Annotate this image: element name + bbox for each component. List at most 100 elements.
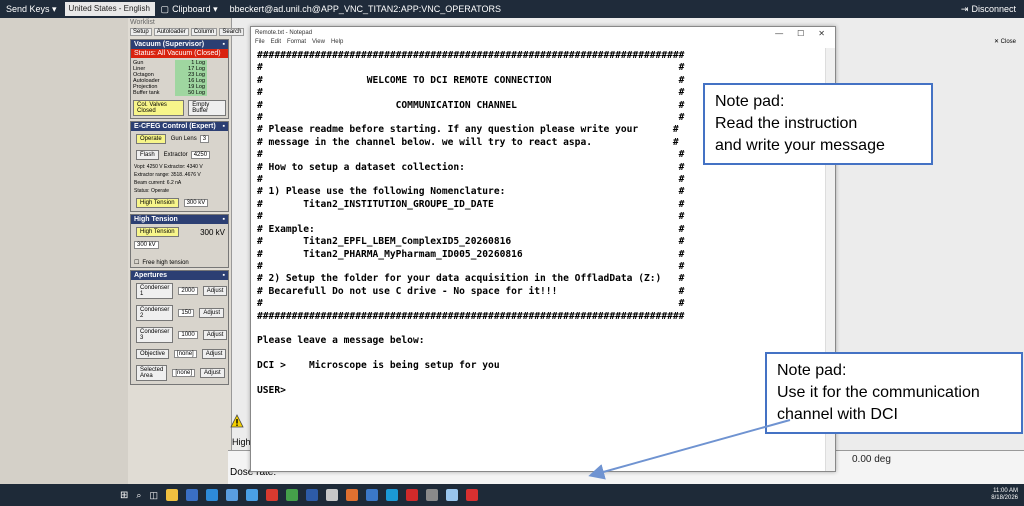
menu-edit[interactable]: Edit — [271, 39, 281, 48]
feg-ht-select[interactable]: 300 kV — [183, 199, 209, 207]
app-icon[interactable] — [365, 489, 378, 501]
app-icon[interactable] — [205, 489, 218, 501]
notepad-line — [257, 373, 829, 385]
send-keys-menu[interactable]: Send Keys ▾ — [0, 0, 63, 18]
remote-toolbar: Send Keys ▾ United States - English ▢ Cl… — [0, 0, 1024, 18]
maximize-icon[interactable]: ☐ — [797, 29, 804, 38]
app-icon[interactable] — [305, 489, 318, 501]
clock-date: 8/18/2026 — [991, 495, 1018, 501]
notepad-line: ########################################… — [257, 50, 685, 61]
ht-header: High Tension ▪ — [131, 215, 228, 224]
app-icon[interactable] — [465, 489, 478, 501]
free-ht-checkbox[interactable]: ☐ — [134, 259, 139, 266]
notepad-line: # # — [257, 298, 685, 310]
app-icon[interactable] — [265, 489, 278, 501]
callout-bottom-line: channel with DCI — [777, 406, 898, 423]
aperture-select[interactable]: 2000 — [178, 287, 198, 295]
tem-close-button[interactable]: ✕ Close — [994, 38, 1016, 45]
adjust-button[interactable]: Adjust — [200, 368, 225, 378]
notepad-line: # Titan2_INSTITUTION_GROUPE_ID_DATE # — [257, 198, 685, 210]
notepad-line: # # — [257, 211, 685, 223]
tab-setup[interactable]: Setup — [130, 28, 152, 36]
callout-top-line: Read the instruction — [715, 115, 858, 132]
menu-file[interactable]: File — [255, 39, 265, 48]
notepad-line: # # — [257, 174, 685, 186]
ht-select[interactable]: 300 kV — [134, 241, 159, 249]
callout-top-line: Note pad: — [715, 93, 785, 110]
aperture-row: Condenser 3 1000 Adjust — [131, 324, 228, 346]
ht-button[interactable]: High Tension — [136, 227, 179, 237]
feg-title: E-CFEG Control (Expert) — [134, 123, 216, 130]
aperture-select[interactable]: 150 — [178, 309, 195, 317]
file-explorer-icon[interactable] — [165, 489, 178, 501]
flash-button[interactable]: Flash — [136, 150, 159, 160]
aperture-name-button[interactable]: Condenser 2 — [136, 305, 174, 321]
app-icon[interactable] — [185, 489, 198, 501]
app-icon[interactable] — [325, 489, 338, 501]
start-icon[interactable]: ⊞ — [120, 490, 128, 501]
gun-lens-label: Gun Lens — [170, 136, 197, 142]
tab-autoloader[interactable]: Autoloader — [153, 28, 189, 36]
minimize-icon[interactable]: — — [775, 29, 783, 38]
ht-value: 300 kV — [200, 227, 225, 237]
adjust-button[interactable]: Adjust — [201, 349, 227, 359]
collapse-icon[interactable]: ▪ — [223, 41, 225, 48]
adjust-button[interactable]: Adjust — [202, 286, 228, 296]
callout-top-line: and write your message — [715, 137, 885, 154]
clock-time: 11:00 AM — [993, 488, 1018, 494]
adjust-button[interactable]: Adjust — [202, 330, 228, 340]
menu-format[interactable]: Format — [287, 39, 306, 48]
app-icon[interactable] — [385, 489, 398, 501]
keyboard-layout-select[interactable]: United States - English — [64, 2, 155, 16]
aperture-select[interactable]: [none] — [174, 350, 197, 358]
search-icon[interactable]: ⌕ — [136, 490, 141, 501]
notepad-line: # # — [257, 62, 685, 74]
disconnect-label: Disconnect — [971, 4, 1016, 14]
vopt-readout: Vopt: 4250 V Extractor: 4340 V — [134, 164, 203, 170]
col-valves-button[interactable]: Col. Valves Closed — [133, 100, 185, 116]
feg-ht-button[interactable]: High Tension — [136, 198, 179, 208]
collapse-icon[interactable]: ▪ — [223, 216, 225, 223]
collapse-icon[interactable]: ▪ — [223, 123, 225, 130]
feg-status: Status: Operate — [134, 188, 170, 194]
beam-current: Beam current: 6.2 nA — [134, 180, 182, 186]
notepad-taskbar-icon[interactable] — [445, 489, 458, 501]
app-icon[interactable] — [225, 489, 238, 501]
notepad-menubar: File Edit Format View Help — [251, 39, 835, 48]
disconnect-button[interactable]: ⇥ Disconnect — [955, 0, 1024, 18]
extractor-input[interactable]: 4250 — [190, 151, 211, 159]
gun-lens-input[interactable]: 3 — [199, 135, 210, 143]
app-icon[interactable] — [405, 489, 418, 501]
notepad-line: # # — [257, 260, 685, 272]
angle-readout: 0.00 deg — [852, 454, 891, 465]
app-icon[interactable] — [345, 489, 358, 501]
aperture-select[interactable]: [none] — [172, 369, 196, 377]
menu-view[interactable]: View — [312, 39, 325, 48]
aperture-name-button[interactable]: Selected Area — [136, 365, 168, 381]
vacuum-readings: Gun Liner Octagon Autoloader Projection … — [131, 58, 228, 98]
vac-name: Buffer tank — [133, 90, 160, 96]
aperture-select[interactable]: 1000 — [178, 331, 198, 339]
clipboard-menu[interactable]: ▢ Clipboard ▾ — [155, 0, 224, 18]
app-icon[interactable] — [245, 489, 258, 501]
aperture-name-button[interactable]: Condenser 3 — [136, 327, 174, 343]
collapse-icon[interactable]: ▪ — [223, 272, 225, 279]
system-tray[interactable]: 11:00 AM 8/18/2026 — [991, 488, 1024, 502]
task-view-icon[interactable]: ◫ — [149, 490, 158, 501]
aperture-name-button[interactable]: Objective — [136, 349, 170, 359]
app-icon[interactable] — [285, 489, 298, 501]
close-icon[interactable]: ✕ — [818, 29, 825, 38]
disconnect-icon: ⇥ — [960, 3, 969, 14]
adjust-button[interactable]: Adjust — [199, 308, 225, 318]
notepad-line: # Titan2_PHARMA_MyPharmam_ID005_20260816… — [257, 248, 685, 260]
tab-column[interactable]: Column — [190, 28, 218, 36]
control-panel: Worklist Setup Autoloader Column Search … — [128, 18, 245, 484]
empty-buffer-button[interactable]: Empty Buffer — [188, 100, 226, 116]
operate-button[interactable]: Operate — [136, 134, 166, 144]
menu-help[interactable]: Help — [331, 39, 343, 48]
app-icon[interactable] — [425, 489, 438, 501]
panel-header: Worklist — [130, 19, 155, 26]
aperture-name-button[interactable]: Condenser 1 — [136, 283, 174, 299]
free-ht-label: Free high tension — [142, 259, 189, 266]
tab-search[interactable]: Search — [219, 28, 245, 36]
